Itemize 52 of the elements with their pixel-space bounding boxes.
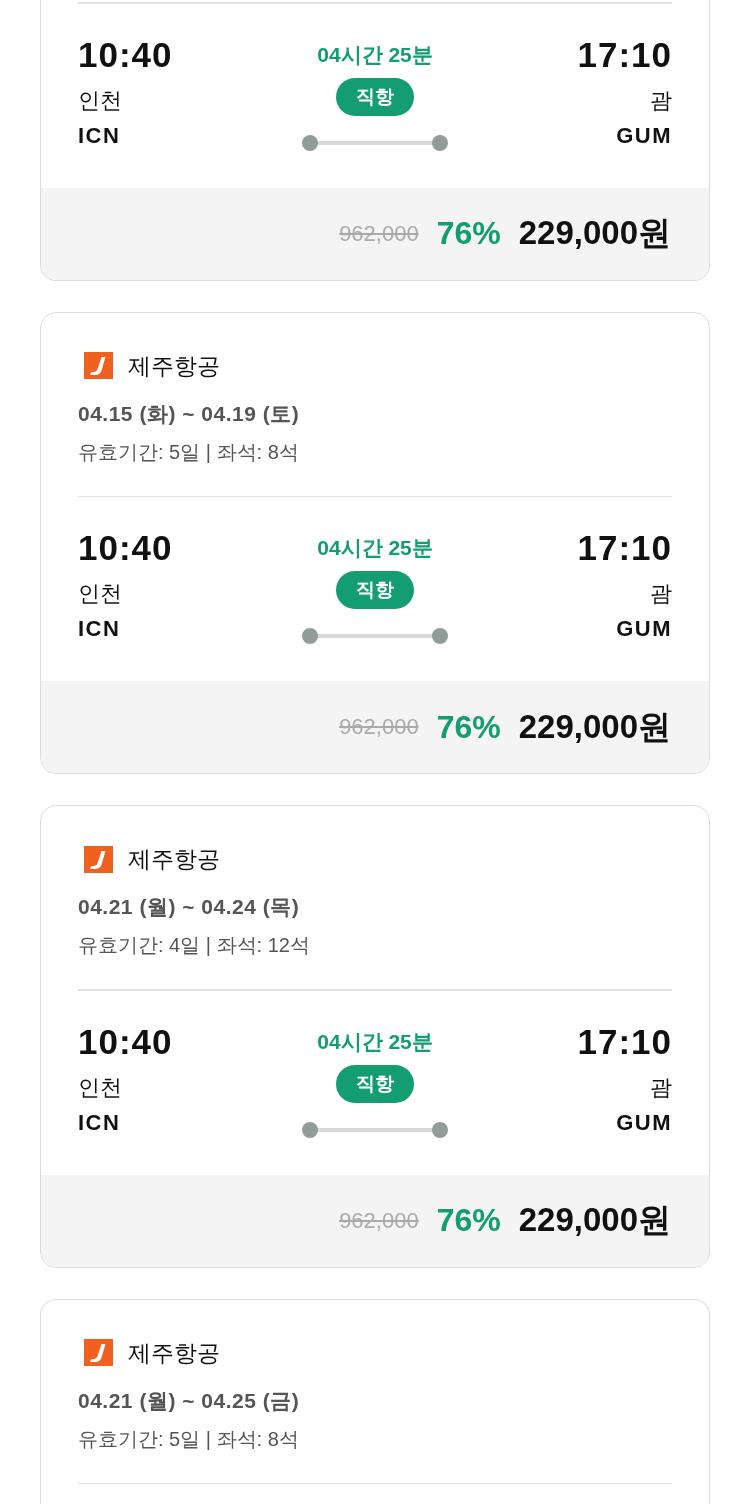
discount-rate: 76%: [436, 708, 501, 746]
departure-airport-code: ICN: [78, 615, 121, 643]
airline-name: 제주항공: [128, 1338, 220, 1368]
departure-city: 인천: [78, 1073, 122, 1102]
final-price: 229,000원: [518, 213, 671, 253]
logo-icon: [84, 1339, 113, 1366]
discount-rate: 76%: [436, 215, 501, 252]
departure-time: 10:40: [78, 34, 173, 75]
flight-card[interactable]: 제주항공 04.15 (화) ~ 04.19 (토) 유효기간: 5일 | 좌석: 8석 10:40 인천 ICN 04시간 25분 직항 17:10 괌 GUM 962,000 76% 229,000원: [40, 311, 710, 774]
flight-card[interactable]: 제주항공 04.21 (월) ~ 04.24 (목) 유효기간: 4일 | 좌석: 12석 10:40 인천 ICN 04시간 25분 직항 17:10 괌 GUM 962,000 76% 229,000원: [40, 805, 710, 1268]
direct-flight-tag: 직항: [336, 571, 414, 609]
discount-rate: 76%: [436, 1202, 501, 1239]
arrival-time: 17:10: [577, 1021, 672, 1062]
arrival-airport-code: GUM: [616, 1108, 672, 1137]
direct-flight-tag: 직항: [336, 77, 414, 116]
route-line-icon: [301, 1120, 449, 1139]
final-price: 229,000원: [518, 1200, 671, 1240]
original-price: 962,000: [339, 220, 419, 247]
arrival-airport-code: GUM: [616, 615, 672, 643]
route-line-icon: [301, 133, 449, 152]
flight-duration: 04시간 25분: [317, 535, 433, 561]
departure-city: 인천: [78, 86, 122, 115]
route-line-icon: [301, 627, 449, 645]
arrival-time: 17:10: [577, 34, 672, 75]
original-price: 962,000: [339, 1207, 419, 1234]
trip-dates: 04.15 (화) ~ 04.19 (토): [78, 400, 301, 427]
departure-airport-code: ICN: [78, 1108, 121, 1137]
airline-name: 제주항공: [128, 351, 220, 381]
flight-card[interactable]: 제주항공 04.21 (월) ~ 04.25 (금) 유효기간: 5일 | 좌석: 8석: [40, 1298, 710, 1504]
direct-flight-tag: 직항: [336, 1064, 414, 1103]
validity-seats-text: 유효기간: 5일 | 좌석: 8석: [78, 1426, 300, 1452]
logo-icon: [84, 352, 113, 379]
original-price: 962,000: [339, 714, 419, 740]
arrival-time: 17:10: [577, 528, 672, 568]
trip-dates: 04.21 (월) ~ 04.25 (금): [78, 1387, 301, 1414]
flight-card[interactable]: 10:40 인천 ICN 04시간 25분 직항 17:10 괌 GUM 962,000 76% 229,000원: [40, 0, 710, 281]
validity-seats-text: 유효기간: 5일 | 좌석: 8석: [78, 439, 300, 465]
flight-duration: 04시간 25분: [317, 1028, 433, 1055]
trip-dates: 04.21 (월) ~ 04.24 (목): [78, 894, 301, 920]
validity-seats-text: 유효기간: 4일 | 좌석: 12석: [78, 933, 311, 958]
arrival-city: 괌: [650, 1073, 672, 1102]
final-price: 229,000원: [518, 706, 671, 747]
departure-airport-code: ICN: [78, 121, 121, 150]
departure-time: 10:40: [78, 528, 173, 568]
departure-city: 인천: [78, 580, 122, 608]
arrival-city: 괌: [650, 86, 672, 115]
logo-icon: [84, 845, 113, 873]
flight-duration: 04시간 25분: [317, 41, 433, 68]
arrival-city: 괌: [650, 580, 672, 608]
arrival-airport-code: GUM: [616, 121, 672, 150]
departure-time: 10:40: [78, 1021, 173, 1062]
airline-name: 제주항공: [128, 845, 220, 874]
